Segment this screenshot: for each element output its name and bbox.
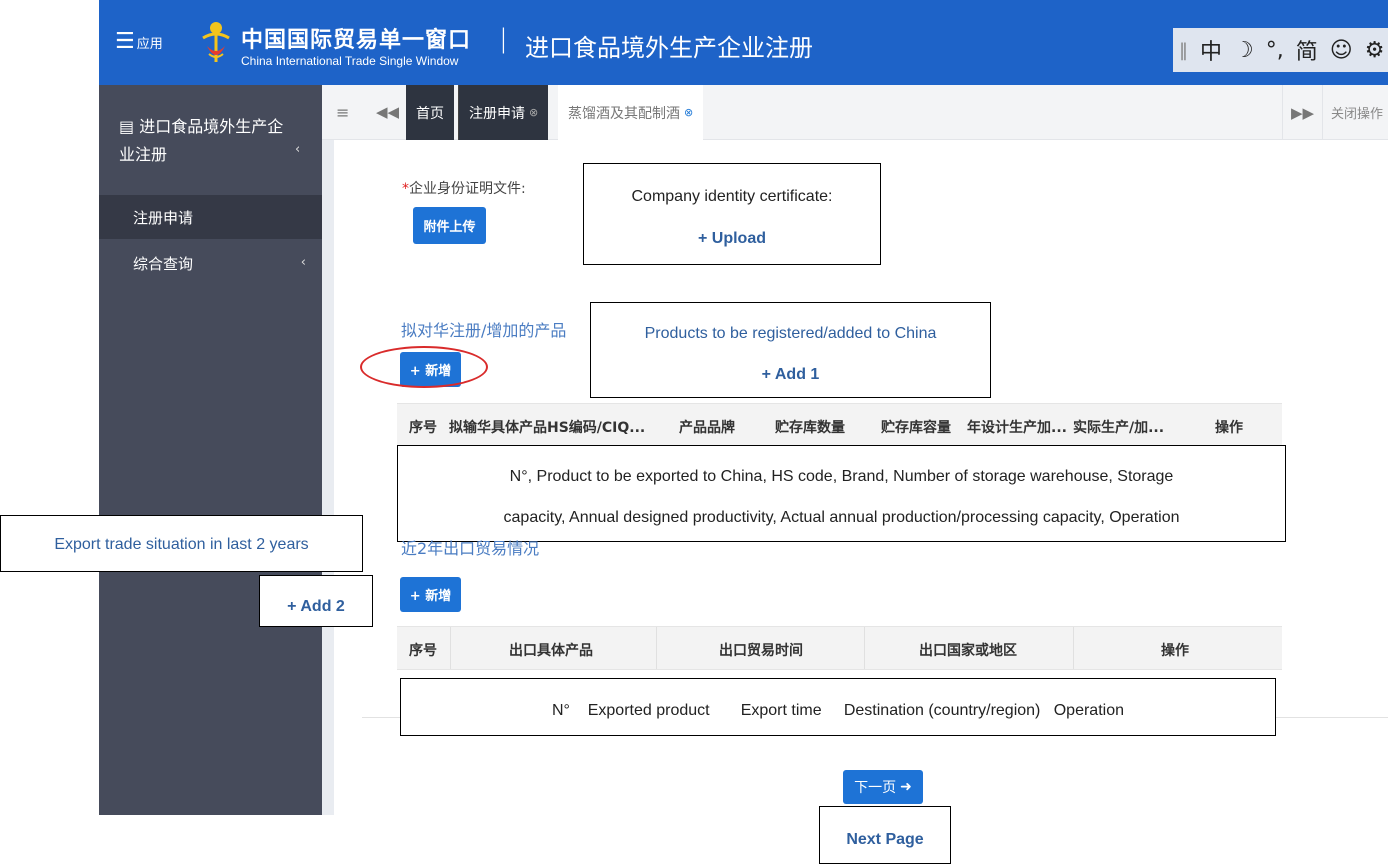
- column-header[interactable]: 年设计生产加...: [967, 417, 1067, 437]
- ime-settings-icon[interactable]: ⚙: [1365, 38, 1385, 63]
- brand-title-en: China International Trade Single Window: [241, 54, 459, 68]
- chevron-left-icon[interactable]: ‹: [295, 142, 300, 157]
- sidebar-item-label: 综合查询: [133, 254, 194, 273]
- app-menu-button[interactable]: ☰ 应用: [115, 29, 163, 54]
- sidebar-module-title[interactable]: ▤ 进口食品境外生产企业注册: [119, 113, 299, 169]
- brand-title-cn: 中国国际贸易单一窗口: [241, 28, 472, 53]
- app-menu-label: 应用: [136, 36, 163, 52]
- sidebar-item-label: 注册申请: [133, 208, 194, 227]
- column-header[interactable]: 贮存库数量: [775, 417, 845, 437]
- sidebar-edge-strip: [322, 140, 334, 815]
- top-header: ☰ 应用 中国国际贸易单一窗口 China International Trad…: [99, 0, 1388, 85]
- tab-scroll-right-icon[interactable]: ▶▶: [1282, 85, 1322, 140]
- menu-toggle-icon[interactable]: ≡: [336, 103, 349, 122]
- column-header[interactable]: 出口贸易时间: [719, 640, 803, 660]
- upload-attachment-button[interactable]: 附件上传: [413, 207, 486, 244]
- title-separator: |: [499, 24, 508, 54]
- annotation-export-columns: N° Exported product Export time Destinat…: [400, 678, 1276, 736]
- column-header[interactable]: 贮存库容量: [881, 417, 951, 437]
- export-table-header: 序号 出口具体产品 出口贸易时间 出口国家或地区 操作: [397, 626, 1282, 670]
- identity-cert-label: *企业身份证明文件:: [402, 181, 526, 197]
- products-section-title: 拟对华注册/增加的产品: [401, 321, 567, 340]
- ime-punctuation-toggle[interactable]: °,: [1266, 38, 1284, 63]
- highlight-circle: [360, 346, 488, 388]
- hamburger-icon: ☰: [115, 29, 135, 54]
- ime-moon-icon[interactable]: ☽: [1234, 38, 1254, 63]
- add-export-record-button[interactable]: + 新增: [400, 577, 461, 612]
- tab-bar: ≡ ◀◀ 首页 注册申请 ⊗ 蒸馏酒及其配制酒 ⊗ ▶▶ 关闭操作: [322, 85, 1388, 140]
- next-page-button[interactable]: 下一页 ➜: [843, 770, 923, 804]
- annotation-export-situation: Export trade situation in last 2 years: [0, 515, 363, 572]
- column-header[interactable]: 序号: [409, 640, 437, 660]
- annotation-products: Products to be registered/added to China…: [590, 302, 991, 398]
- system-title: 进口食品境外生产企业注册: [525, 34, 813, 62]
- column-header[interactable]: 产品品牌: [679, 417, 735, 437]
- column-header[interactable]: 操作: [1215, 417, 1243, 437]
- column-header[interactable]: 操作: [1161, 640, 1189, 660]
- single-window-logo-icon: [202, 22, 230, 62]
- ime-grip-icon[interactable]: ‖: [1179, 40, 1188, 61]
- column-header[interactable]: 序号: [409, 417, 437, 437]
- ime-emoji-icon[interactable]: ☺: [1330, 38, 1353, 63]
- column-header[interactable]: 出口具体产品: [509, 640, 593, 660]
- column-header[interactable]: 实际生产/加...: [1073, 417, 1164, 437]
- tab-home[interactable]: 首页: [406, 85, 454, 140]
- close-tab-icon[interactable]: ⊗: [529, 106, 538, 119]
- tab-register[interactable]: 注册申请 ⊗: [458, 85, 549, 140]
- tab-scroll-left-icon[interactable]: ◀◀: [376, 103, 399, 121]
- sidebar-item-register[interactable]: 注册申请: [99, 195, 322, 239]
- module-icon: ▤: [119, 117, 140, 136]
- close-tab-icon[interactable]: ⊗: [684, 106, 693, 119]
- products-table-header: 序号 拟输华具体产品HS编码/CIQ... 产品品牌 贮存库数量 贮存库容量 年…: [397, 403, 1282, 447]
- annotation-product-columns: N°, Product to be exported to China, HS …: [397, 445, 1286, 542]
- export-section-title: 近2年出口贸易情况: [401, 540, 540, 558]
- ime-simplified-toggle[interactable]: 简: [1296, 34, 1318, 66]
- close-operations-button[interactable]: 关闭操作: [1322, 85, 1388, 140]
- annotation-add2: + Add 2: [259, 575, 373, 627]
- tab-distilled-liquor[interactable]: 蒸馏酒及其配制酒 ⊗: [558, 85, 704, 140]
- arrow-right-circle-icon: ➜: [900, 779, 912, 795]
- chevron-left-icon: ‹: [300, 255, 306, 270]
- sidebar-item-query[interactable]: 综合查询 ‹: [99, 241, 322, 285]
- ime-toolbar[interactable]: ‖ 中 ☽ °, 简 ☺ ⚙: [1173, 28, 1388, 72]
- sidebar: ▤ 进口食品境外生产企业注册 ‹ 注册申请 综合查询 ‹: [99, 85, 322, 815]
- ime-language-toggle[interactable]: 中: [1200, 34, 1222, 66]
- column-header[interactable]: 出口国家或地区: [919, 640, 1017, 660]
- annotation-identity: Company identity certificate: + Upload: [583, 163, 881, 265]
- column-header[interactable]: 拟输华具体产品HS编码/CIQ...: [449, 417, 645, 437]
- annotation-next-page: Next Page: [819, 806, 951, 864]
